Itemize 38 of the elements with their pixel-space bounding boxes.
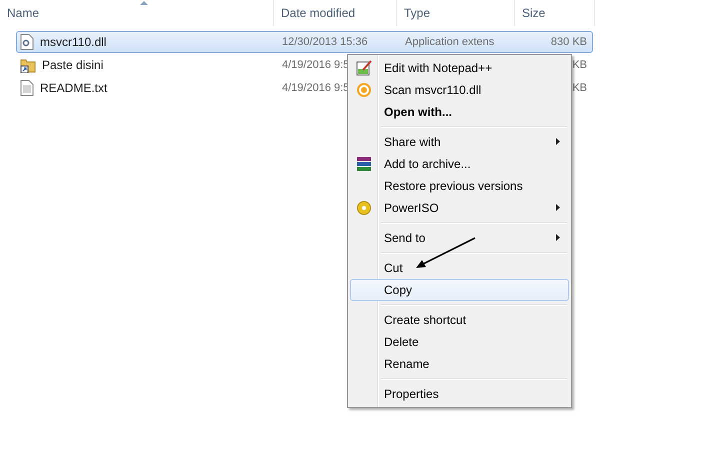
file-gear-icon: [20, 34, 34, 50]
file-name[interactable]: msvcr110.dll: [40, 35, 106, 49]
selected-file-row[interactable]: msvcr110.dll 12/30/2013 15:36 Application extens 830 KB: [16, 31, 593, 53]
menu-item[interactable]: Properties: [350, 383, 569, 405]
menu-item[interactable]: Open with...: [350, 101, 569, 123]
submenu-arrow-icon: [556, 138, 560, 145]
size-cell-text: 830 KB: [550, 36, 588, 48]
size-cell-text: KB: [571, 82, 588, 94]
column-header[interactable]: Type: [404, 6, 430, 20]
date-cell-text: 12/30/2013 15:36: [281, 36, 368, 48]
menu-item[interactable]: PowerISO: [350, 197, 569, 219]
column-header[interactable]: Date modified: [281, 6, 356, 20]
book-stack-icon: [356, 156, 372, 172]
disc-icon: [356, 200, 372, 216]
submenu-arrow-icon: [556, 204, 560, 211]
annotation-arrow: [415, 236, 477, 270]
menu-item[interactable]: Create shortcut: [350, 309, 569, 331]
notepad-icon: [356, 60, 372, 76]
folder-shortcut-icon: [20, 57, 36, 73]
menu-item[interactable]: Rename: [350, 353, 569, 375]
submenu-arrow-icon: [556, 234, 560, 241]
menu-item[interactable]: Send to: [350, 227, 569, 249]
menu-item[interactable]: Restore previous versions: [350, 175, 569, 197]
column-header[interactable]: Name: [7, 6, 40, 20]
type-cell-text: Application extens: [404, 36, 494, 48]
menu-item[interactable]: Delete: [350, 331, 569, 353]
menu-item[interactable]: Copy: [350, 279, 569, 301]
menu-item[interactable]: Share with: [350, 131, 569, 153]
text-file-icon: [20, 80, 34, 96]
menu-item[interactable]: Scan msvcr110.dll: [350, 79, 569, 101]
column-header[interactable]: Size: [522, 6, 546, 20]
file-name[interactable]: README.txt: [40, 81, 108, 95]
menu-item[interactable]: Cut: [350, 257, 569, 279]
file-name[interactable]: Paste disini: [42, 58, 104, 72]
menu-item[interactable]: Edit with Notepad++: [350, 57, 569, 79]
ring-icon: [356, 82, 372, 98]
size-cell-text: KB: [571, 59, 588, 71]
menu-item[interactable]: Add to archive...: [350, 153, 569, 175]
